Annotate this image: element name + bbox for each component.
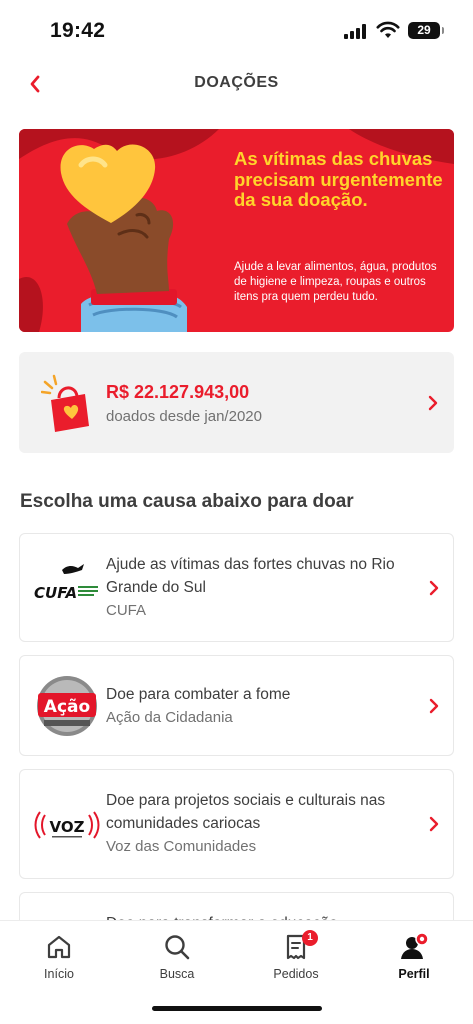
receipt-icon: 1 [282,930,318,961]
donation-banner[interactable]: As vítimas das chuvas precisam urgenteme… [19,129,454,332]
donation-stats-card[interactable]: R$ 22.127.943,00 doados desde jan/2020 [19,352,454,453]
home-indicator [152,1006,322,1011]
section-title: Escolha uma causa abaixo para doar [20,491,354,512]
banner-heading: As vítimas das chuvas precisam urgenteme… [234,148,443,210]
cufa-logo-text: CUFA [34,584,77,602]
search-icon [165,935,190,960]
chevron-right-icon [428,395,438,411]
wifi-icon [376,21,400,38]
nav-item-perfil[interactable]: Perfil [369,932,459,981]
chevron-right-icon [429,698,439,714]
cause-org: Voz das Comunidades [106,838,257,855]
page-title: DOAÇÕES [194,74,279,91]
cellular-signal-icon [344,24,368,39]
heart-bag-icon [41,374,89,432]
cause-card-acao-cidadania[interactable]: Ação Doe para combater a fome Ação da Ci… [19,655,454,756]
cause-org: Ação da Cidadania [106,709,233,726]
orders-badge: 1 [302,930,318,946]
nav-label: Pedidos [273,967,319,981]
chevron-right-icon [429,580,439,596]
voz-comunidades-logo: VOZ [34,811,100,839]
cause-title: Doe para projetos sociais e culturais na… [106,792,386,832]
nav-label: Perfil [398,967,430,981]
cufa-logo: CUFA [34,564,98,602]
header: DOAÇÕES [0,62,473,106]
nav-item-busca[interactable]: Busca [132,933,222,981]
cause-title: Doe para combater a fome [106,686,291,703]
nav-label: Busca [159,967,195,981]
acao-cidadania-logo: Ação [37,676,97,736]
chevron-right-icon [429,816,439,832]
banner-body: Ajude a levar alimentos, água, produtos … [234,261,437,303]
cause-card-voz-comunidades[interactable]: VOZ Doe para projetos sociais e culturai… [19,769,454,879]
voz-logo-text: VOZ [50,818,85,836]
cause-org: CUFA [106,602,147,619]
profile-icon [400,932,429,961]
battery-icon: 29 [408,22,444,39]
acao-logo-text: Ação [44,697,90,717]
status-time: 19:42 [50,19,106,42]
nav-item-inicio[interactable]: Início [14,933,104,981]
home-icon [47,935,71,959]
nav-label: Início [44,967,74,981]
cause-title: Ajude as vítimas das fortes chuvas no Ri… [106,556,395,596]
donation-since: doados desde jan/2020 [106,408,262,425]
donation-total: R$ 22.127.943,00 [106,382,250,402]
cause-card-cufa[interactable]: CUFA Ajude as vítimas das fortes chuvas … [19,533,454,642]
status-bar: 19:42 29 [0,0,473,62]
nav-item-pedidos[interactable]: 1 Pedidos [251,930,341,981]
